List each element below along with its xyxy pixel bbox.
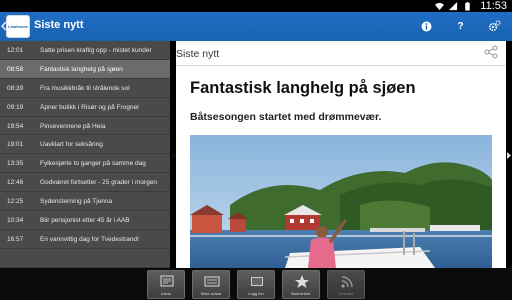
star-icon — [295, 275, 309, 288]
headline-row[interactable]: 19:54 Pinsevennene på Heia — [0, 117, 170, 136]
newspaper-icon — [160, 275, 174, 287]
headline-title: Fylkesjørte to ganger på samme dag — [40, 160, 146, 168]
rss-icon — [341, 276, 353, 288]
headline-time: 08:39 — [7, 84, 24, 92]
toolbar-button-papers[interactable]: Mine avisar — [192, 270, 230, 299]
headline-title: Godværet fortsetter - 25 grader i morgen — [40, 179, 158, 187]
wifi-icon — [435, 2, 444, 10]
headline-title: Pinsevennene på Heia — [40, 122, 106, 130]
share-icon[interactable] — [484, 45, 498, 59]
headline-row[interactable] — [0, 249, 170, 268]
headline-title: Fantastisk langhelg på sjøen — [40, 65, 123, 73]
headline-time: 16:57 — [7, 235, 24, 243]
help-icon: ? — [457, 21, 464, 32]
headline-time: 08:58 — [7, 65, 24, 73]
headline-row[interactable]: 16:57 En vannvittig dag for Tvedestrand! — [0, 230, 170, 249]
toolbar-button-newspaper[interactable]: eAvis — [147, 270, 185, 299]
headline-row[interactable]: 10:34 Blir pensjonist etter 45 år i AAB — [0, 211, 170, 230]
toolbar-button-label: Mine avisar — [200, 291, 222, 296]
headline-time: 19:54 — [7, 122, 24, 130]
headline-title: Fra musikkbråk til strålende sol — [40, 84, 130, 92]
headline-time: 12:46 — [7, 179, 24, 187]
headline-row[interactable]: 08:58 Fantastisk langhelg på sjøen — [0, 59, 170, 79]
battery-icon — [465, 1, 470, 11]
toolbar-button-star[interactable]: Bokmerker — [282, 270, 320, 299]
headline-time: 13:35 — [7, 160, 24, 168]
app-title: Siste nytt — [34, 19, 84, 31]
toolbar-button-label: Bokmerker — [291, 291, 311, 296]
headline-time: 12:25 — [7, 198, 24, 206]
signal-icon — [449, 1, 458, 10]
papers-icon — [204, 276, 220, 287]
headline-time: 10:34 — [7, 217, 24, 225]
article-photo[interactable] — [190, 135, 492, 268]
bottom-toolbar: eAvis Mine avisar Logg inn Bokmerker Oversik… — [0, 268, 512, 300]
article-headline: Fantastisk langhelg på sjøen — [190, 79, 416, 97]
headline-row[interactable]: 12:01 Satte prisen kraftig opp - mistet k… — [0, 41, 170, 60]
article-subheadline: Båtsesongen startet med drømmevær. — [190, 111, 382, 123]
article-header: Siste nytt — [176, 41, 506, 66]
headline-title: Blir pensjonist etter 45 år i AAB — [40, 217, 130, 225]
login-icon — [251, 277, 263, 286]
toolbar-button-rss[interactable]: Oversikt — [327, 270, 365, 299]
toolbar-button-login[interactable]: Logg inn — [237, 270, 275, 299]
help-button[interactable]: ? — [452, 18, 469, 35]
headline-row[interactable]: 13:35 Fylkesjørte to ganger på samme dag — [0, 154, 170, 174]
info-icon — [421, 21, 432, 32]
headline-row[interactable]: 19:01 Uavklart for seksåring — [0, 135, 170, 155]
toolbar-button-label: eAvis — [161, 291, 171, 296]
article-pane: Siste nytt Fantastisk langhelg på sjøen … — [176, 41, 506, 268]
headline-row[interactable]: 12:46 Godværet fortsetter - 25 grader i m… — [0, 173, 170, 193]
next-article-icon[interactable] — [506, 152, 511, 159]
section-title: Siste nytt — [176, 48, 220, 60]
app-bar: Lindesnes Siste nytt ? — [0, 12, 512, 41]
app-logo[interactable]: Lindesnes — [6, 15, 30, 38]
toolbar-button-label: Logg inn — [248, 291, 264, 296]
info-button[interactable] — [418, 18, 435, 35]
headline-time: 19:01 — [7, 141, 24, 149]
app-logo-text: Lindesnes — [8, 24, 28, 29]
headline-list: 12:01 Satte prisen kraftig opp - mistet k… — [0, 41, 170, 268]
headline-title: En vannvittig dag for Tvedestrand! — [40, 235, 139, 243]
headline-title: Åpner butikk i Risør og på Frogner — [40, 103, 140, 111]
headline-row[interactable]: 12:25 Sydensterning på Tjenna — [0, 192, 170, 212]
status-clock: 11:53 — [480, 0, 507, 12]
toolbar-button-label: Oversikt — [338, 291, 354, 296]
headline-row[interactable]: 08:39 Fra musikkbråk til strålende sol — [0, 79, 170, 98]
headline-time: 09:19 — [7, 103, 24, 111]
headline-title: Uavklart for seksåring — [40, 141, 103, 149]
settings-icon — [488, 20, 501, 32]
headline-time: 12:01 — [7, 47, 24, 54]
status-bar: 11:53 — [0, 0, 512, 12]
headline-title: Sydensterning på Tjenna — [40, 198, 113, 206]
headline-title: Satte prisen kraftig opp - mistet kunder — [40, 47, 152, 54]
headline-row[interactable]: 09:19 Åpner butikk i Risør og på Frogner — [0, 98, 170, 117]
settings-button[interactable] — [486, 18, 503, 35]
